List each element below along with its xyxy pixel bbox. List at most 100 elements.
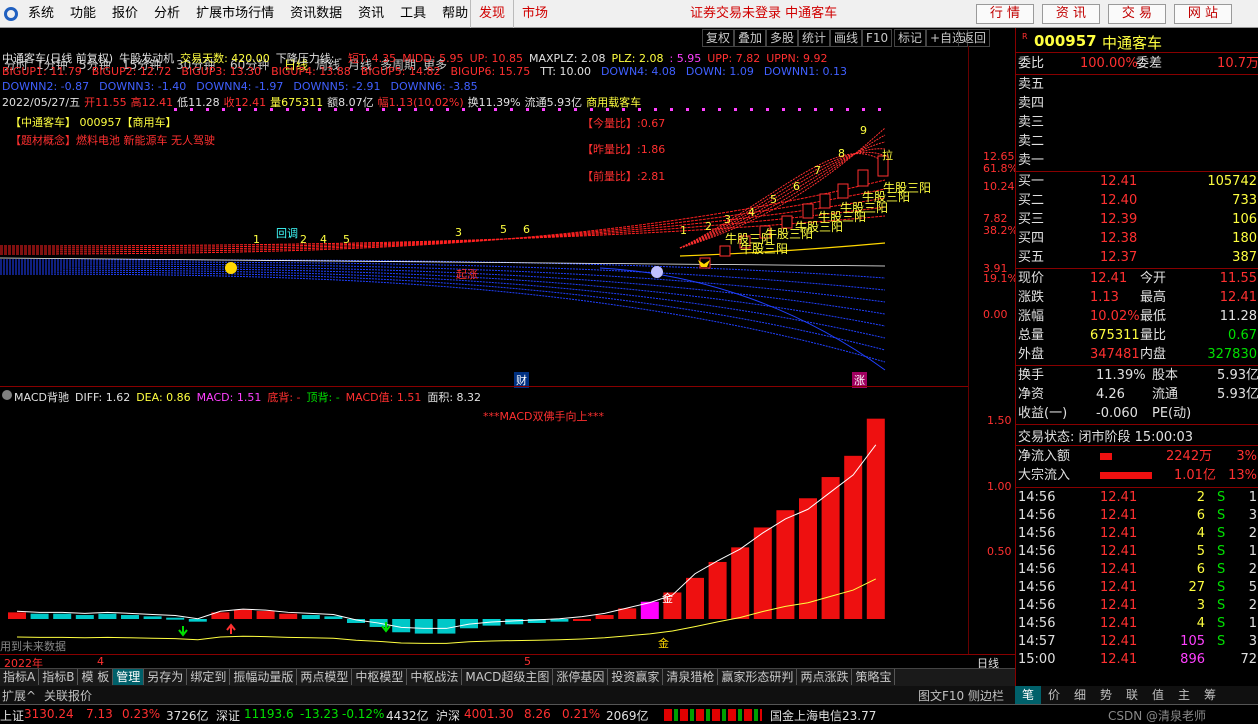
buy-row-0[interactable]: 买一 12.41 105742 (1016, 172, 1258, 191)
top-dot (318, 108, 321, 111)
tick-price: 12.41 (1100, 544, 1138, 559)
tool-button-0[interactable]: 复权 (702, 29, 735, 47)
top-dot (766, 108, 769, 111)
buy-row-2[interactable]: 买三 12.39 106 (1016, 210, 1258, 229)
gear-icon[interactable] (2, 390, 12, 400)
indicator-tab-9[interactable]: 中枢战法 (407, 669, 463, 685)
indicator-tab-3[interactable]: 管理 (113, 669, 145, 685)
buy-row-1[interactable]: 买二 12.40 733 (1016, 191, 1258, 210)
macd-chart[interactable] (0, 404, 968, 654)
indicator-tab-8[interactable]: 中枢模型 (352, 669, 408, 685)
buy-label: 买五 (1018, 250, 1045, 265)
stat2-value2: 5.93亿 (1217, 368, 1258, 383)
expand-button[interactable]: 扩展^ (2, 687, 36, 704)
macd-bar (98, 613, 117, 619)
menu-item-4[interactable]: 扩展市场行情 (188, 0, 282, 28)
tool-button-3[interactable]: 统计 (798, 29, 831, 47)
indicator-tab-0[interactable]: 指标A (0, 669, 40, 685)
wave-number: 5 (343, 233, 350, 246)
sz-label: 深证 (216, 709, 241, 723)
stat2-value: 11.39% (1096, 368, 1146, 383)
wave-number: 4 (320, 233, 327, 246)
indicator-tab-12[interactable]: 投资赢家 (608, 669, 664, 685)
top-right-button-1[interactable]: 资 讯 (1042, 4, 1100, 24)
tick-time: 14:56 (1018, 616, 1056, 631)
indicator-tab-16[interactable]: 策略宝 (852, 669, 896, 685)
side-tab-6[interactable]: 主 (1171, 686, 1197, 704)
indicator-tab-2[interactable]: 模 板 (78, 669, 114, 685)
menu-item-7[interactable]: 工具 (392, 0, 434, 28)
niugu-label: 牛股三阳 (883, 181, 932, 195)
top-right-button-0[interactable]: 行 情 (976, 4, 1034, 24)
indicator-tab-1[interactable]: 指标B (39, 669, 79, 685)
side-tab-0[interactable]: 笔 (1015, 686, 1041, 704)
tick-price: 12.41 (1100, 526, 1138, 541)
menu-item-2[interactable]: 报价 (104, 0, 146, 28)
top-dot (782, 108, 785, 111)
sell-row-2[interactable]: 卖三 (1016, 113, 1258, 132)
tool-button-2[interactable]: 多股 (766, 29, 799, 47)
indicator-tab-5[interactable]: 绑定到 (187, 669, 231, 685)
top-dot (558, 108, 561, 111)
tool-button-5[interactable]: F10 (862, 29, 893, 47)
side-tab-4[interactable]: 联 (1119, 686, 1145, 704)
sell-row-0[interactable]: 卖五 (1016, 75, 1258, 94)
kline-chart[interactable]: 1 2 4 53 5 6 1 23456789牛股三阳牛股三阳牛股三阳牛股三阳牛股三阳牛股三阳… (0, 108, 968, 386)
menu-item-0[interactable]: 系统 (20, 0, 62, 28)
side-tab-5[interactable]: 值 (1145, 686, 1171, 704)
tool-button-1[interactable]: 叠加 (734, 29, 767, 47)
indicator-tab-4[interactable]: 另存为 (144, 669, 188, 685)
tick-row-8: 14:57 12.41 105 S 3 (1016, 632, 1258, 651)
top-dot (334, 108, 337, 111)
top-dot (670, 108, 673, 111)
indicator-tab-10[interactable]: MACD超级主图 (462, 669, 554, 685)
date-axis: 2022年 4 5 日线 (0, 654, 1015, 670)
sell-row-4[interactable]: 卖一 (1016, 151, 1258, 170)
tool-button-4[interactable]: 画线 (830, 29, 863, 47)
tool-button-6[interactable]: 标记 (894, 29, 927, 47)
macd-field-3: MACD: 1.51 (196, 391, 262, 404)
side-tab-2[interactable]: 细 (1067, 686, 1093, 704)
indicator-tab-7[interactable]: 两点模型 (297, 669, 353, 685)
top-dot (862, 108, 865, 111)
indicator-tab-14[interactable]: 赢家形态研判 (718, 669, 798, 685)
macd-bar (279, 613, 298, 619)
tick-time: 14:56 (1018, 544, 1056, 559)
sell-row-1[interactable]: 卖四 (1016, 94, 1258, 113)
menu-item-1[interactable]: 功能 (62, 0, 104, 28)
tick-time: 14:56 (1018, 526, 1056, 541)
tool-button-8[interactable]: 返回 (958, 29, 991, 47)
menu-hot-0[interactable]: 发现 (470, 0, 513, 28)
top-right-button-2[interactable]: 交 易 (1108, 4, 1166, 24)
f10-button[interactable]: 图文F10 (918, 687, 964, 704)
menu-item-5[interactable]: 资讯数据 (282, 0, 350, 28)
huitiao-label: 回调 (276, 227, 298, 240)
price-tick-7: 0.00 (983, 308, 1008, 321)
tick-time: 14:56 (1018, 562, 1056, 577)
top-dot (286, 108, 289, 111)
stat-row-3: 总量 675311 量比 0.67 (1016, 326, 1258, 345)
sell-row-3[interactable]: 卖二 (1016, 132, 1258, 151)
net-inflow-label: 净流入额 (1018, 449, 1071, 464)
top-right-button-3[interactable]: 网 站 (1174, 4, 1232, 24)
trade-status: 交易状态: 闭市阶段 15:00:03 (1018, 430, 1194, 445)
price-tick-2: 10.24 (983, 180, 1015, 193)
wave-number: 9 (860, 124, 867, 137)
menu-hot-1[interactable]: 市场 (513, 0, 556, 28)
buy-row-4[interactable]: 买五 12.37 387 (1016, 248, 1258, 267)
side-tab-7[interactable]: 筹 (1197, 686, 1223, 704)
side-tab-1[interactable]: 价 (1041, 686, 1067, 704)
stat-row-2: 涨幅 10.02% 最低 11.28 (1016, 307, 1258, 326)
menu-item-3[interactable]: 分析 (146, 0, 188, 28)
related-quotes-button[interactable]: 关联报价 (44, 687, 92, 704)
buy-row-3[interactable]: 买四 12.38 180 (1016, 229, 1258, 248)
wave-number: 8 (838, 147, 845, 160)
top-dot (734, 108, 737, 111)
side-tabs: 笔价细势联值主筹 (1015, 686, 1258, 704)
menu-item-6[interactable]: 资讯 (350, 0, 392, 28)
side-tab-3[interactable]: 势 (1093, 686, 1119, 704)
indicator-tab-11[interactable]: 涨停基因 (553, 669, 609, 685)
indicator-tab-13[interactable]: 清泉猎枪 (663, 669, 719, 685)
indicator-tab-6[interactable]: 振幅动量版 (230, 669, 298, 685)
indicator-tab-15[interactable]: 两点涨跌 (797, 669, 853, 685)
